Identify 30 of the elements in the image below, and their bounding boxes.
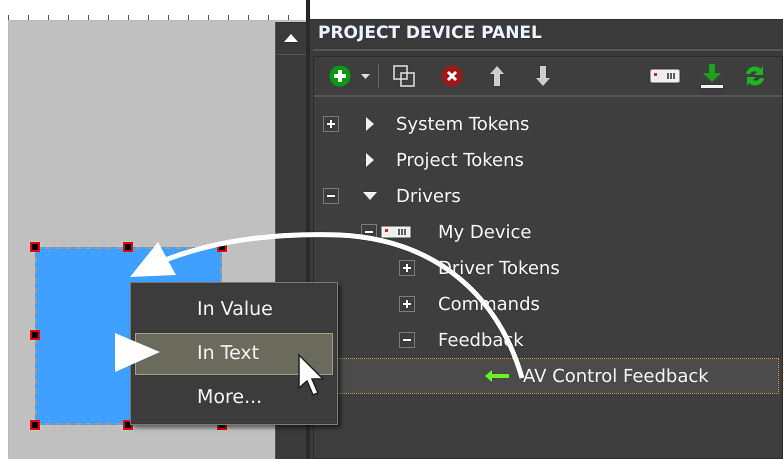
dropdown-caret-icon[interactable]	[361, 74, 370, 78]
expand-icon[interactable]	[399, 260, 415, 276]
resize-handle[interactable]	[30, 420, 40, 430]
copy-icon[interactable]	[393, 65, 415, 87]
resize-handle[interactable]	[123, 242, 133, 252]
tree-item[interactable]: Drivers	[314, 178, 779, 214]
panel-title: PROJECT DEVICE PANEL	[313, 19, 783, 51]
resize-handle[interactable]	[30, 330, 40, 340]
mouse-cursor-icon	[298, 353, 325, 396]
collapse-icon[interactable]	[399, 332, 415, 348]
download-icon[interactable]	[699, 63, 725, 89]
arrowhead-icon	[115, 333, 160, 372]
arrow-left-icon	[485, 370, 509, 382]
delete-icon[interactable]	[441, 65, 463, 87]
collapse-icon[interactable]	[323, 188, 339, 204]
device-icon	[381, 226, 411, 238]
tree-item[interactable]: Project Tokens	[314, 142, 779, 178]
collapse-icon[interactable]	[361, 224, 377, 240]
expand-icon[interactable]	[399, 296, 415, 312]
scroll-up-icon[interactable]	[284, 34, 298, 42]
device-icon[interactable]	[650, 69, 680, 83]
resize-handle[interactable]	[30, 242, 40, 252]
move-down-icon[interactable]	[534, 65, 552, 87]
expand-icon[interactable]	[323, 116, 339, 132]
tree-item[interactable]: My Device	[314, 214, 779, 250]
move-up-icon[interactable]	[488, 65, 506, 87]
menu-item[interactable]: In Value	[135, 288, 333, 330]
add-icon[interactable]	[329, 65, 351, 87]
tree-item[interactable]: System Tokens	[314, 106, 779, 142]
menu-item[interactable]: In Text	[135, 332, 333, 374]
